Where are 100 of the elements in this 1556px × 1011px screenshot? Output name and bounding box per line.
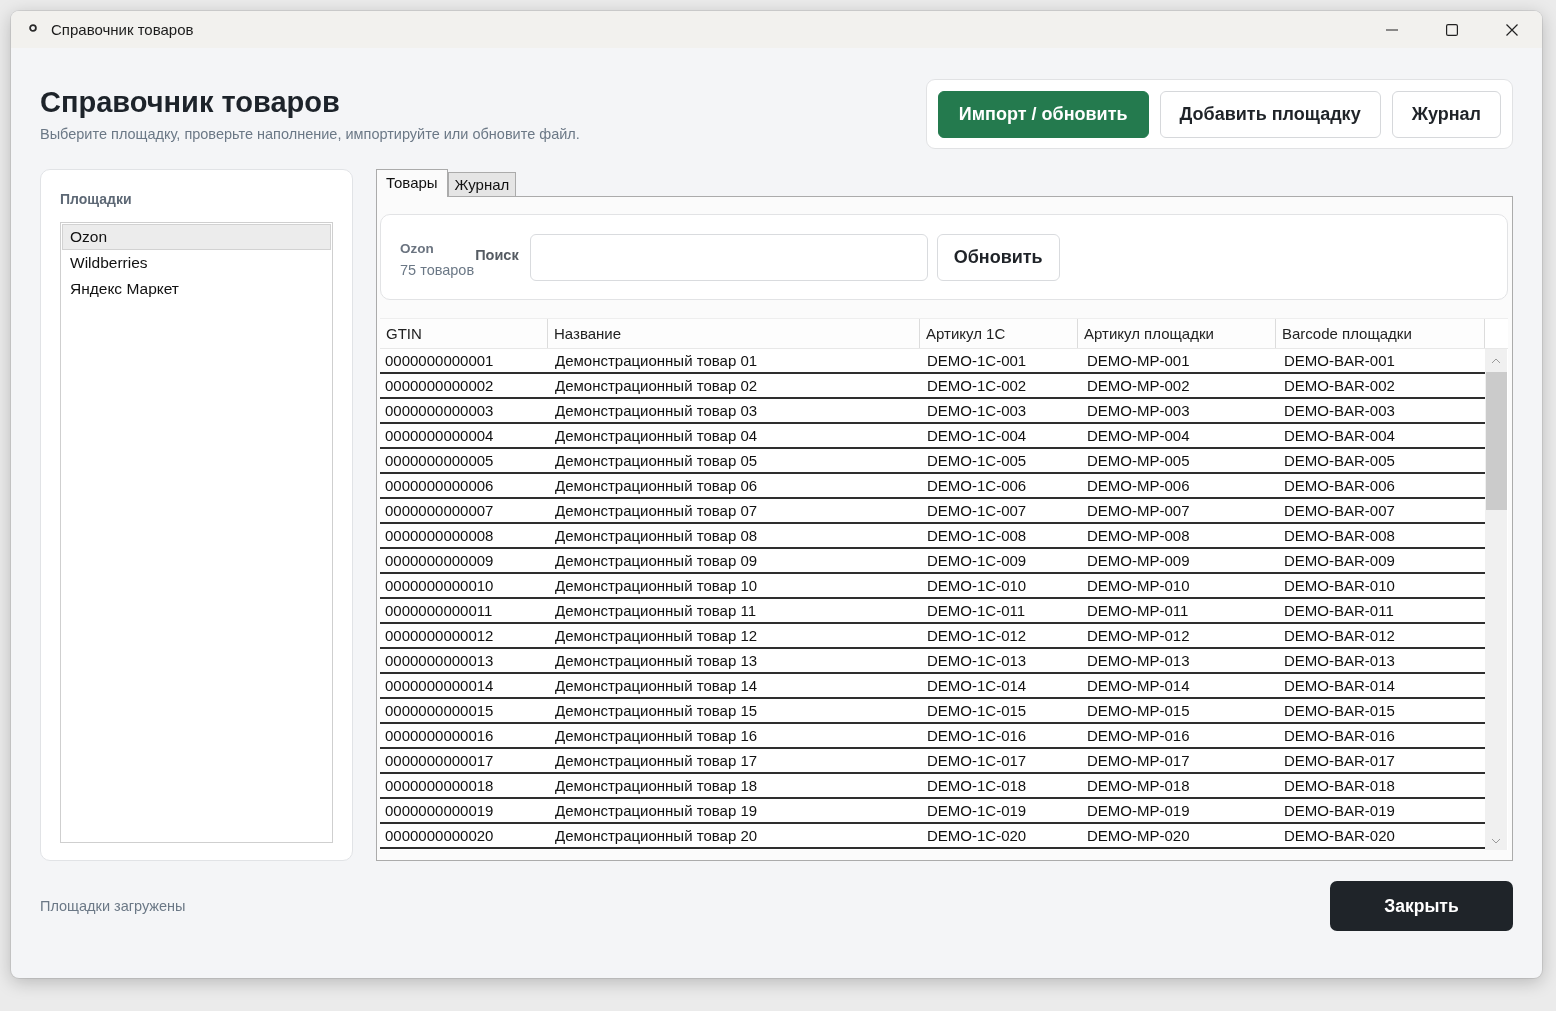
table-cell-text: Демонстрационный товар 09 — [554, 551, 759, 571]
window-title: Справочник товаров — [51, 21, 194, 38]
table-cell-text: DEMO-MP-012 — [1086, 626, 1191, 646]
table-cell-text: DEMO-MP-008 — [1086, 526, 1191, 546]
table-cell-text: Демонстрационный товар 01 — [554, 351, 759, 371]
table-cell-text: Демонстрационный товар 17 — [554, 751, 759, 771]
table-cell-text: DEMO-MP-005 — [1086, 451, 1191, 471]
marketplace-name: Ozon — [400, 240, 435, 256]
table-cell-text: DEMO-1C-004 — [926, 426, 1028, 446]
table-cell-text: DEMO-MP-019 — [1086, 801, 1191, 821]
table-cell-text: Демонстрационный товар 19 — [554, 801, 759, 821]
table-cell-text: 0000000000018 — [384, 776, 495, 796]
table-cell-text: DEMO-MP-003 — [1086, 401, 1191, 421]
table-cell-text: DEMO-1C-015 — [926, 701, 1028, 721]
toolbar-button[interactable]: Журнал — [1391, 90, 1501, 138]
table-cell-text: Демонстрационный товар 05 — [554, 451, 759, 471]
table-cell-text: DEMO-1C-002 — [926, 376, 1028, 396]
table-cell-text: DEMO-1C-016 — [926, 726, 1028, 746]
table-cell-text: DEMO-1C-018 — [926, 776, 1028, 796]
table-cell-text: DEMO-1C-009 — [926, 551, 1028, 571]
scrollbar[interactable] — [1485, 349, 1507, 850]
chevron-up-icon[interactable] — [1491, 358, 1501, 364]
import-button[interactable]: Импорт / обновить — [937, 90, 1149, 138]
close-icon — [1506, 23, 1518, 36]
list-item[interactable]: Wildberries — [62, 250, 331, 276]
refresh-button[interactable]: Обновить — [936, 233, 1060, 281]
table-cell-text: DEMO-BAR-013 — [1283, 651, 1396, 671]
table-cell-text: DEMO-MP-018 — [1086, 776, 1191, 796]
table-cell-text: Демонстрационный товар 10 — [554, 576, 759, 596]
search-field[interactable] — [529, 233, 928, 281]
table-cell-text: 0000000000015 — [384, 701, 495, 721]
table-cell-text: DEMO-1C-005 — [926, 451, 1028, 471]
table-cell-text: DEMO-BAR-012 — [1283, 626, 1396, 646]
list-item[interactable]: Яндекс Маркет — [62, 276, 331, 302]
table-cell-text: DEMO-BAR-019 — [1283, 801, 1396, 821]
chevron-down-icon[interactable] — [1491, 838, 1501, 844]
table-cell-text: 0000000000006 — [384, 476, 495, 496]
table-cell-text: DEMO-MP-004 — [1086, 426, 1191, 446]
table-cell-text: DEMO-MP-015 — [1086, 701, 1191, 721]
table-cell-text: DEMO-BAR-009 — [1283, 551, 1396, 571]
table-cell-text: 0000000000020 — [384, 826, 495, 846]
table-cell-text: Демонстрационный товар 14 — [554, 676, 759, 696]
table-cell-text: DEMO-MP-013 — [1086, 651, 1191, 671]
status-text: Площадки загружены — [40, 898, 186, 914]
table-cell-text: DEMO-BAR-010 — [1283, 576, 1396, 596]
table-cell-text: Демонстрационный товар 20 — [554, 826, 759, 846]
table-cell-text: Демонстрационный товар 18 — [554, 776, 759, 796]
tab[interactable]: Журнал — [447, 172, 517, 196]
table-cell-text: DEMO-MP-020 — [1086, 826, 1191, 846]
table-cell-text: DEMO-1C-020 — [926, 826, 1028, 846]
table-cell-text: Демонстрационный товар 13 — [554, 651, 759, 671]
table-cell-text: DEMO-BAR-017 — [1283, 751, 1396, 771]
toolbar-button[interactable]: Добавить площадку — [1159, 90, 1381, 138]
table-cell-text: 0000000000003 — [384, 401, 495, 421]
table-cell-text: DEMO-1C-010 — [926, 576, 1028, 596]
page-title: Справочник товаров — [40, 85, 341, 120]
table-cell-text: DEMO-MP-001 — [1086, 351, 1191, 371]
close-dialog-button[interactable]: Закрыть — [1330, 881, 1513, 931]
table-cell-text: DEMO-1C-012 — [926, 626, 1028, 646]
table-cell-text: 0000000000017 — [384, 751, 495, 771]
table-cell-text: 0000000000007 — [384, 501, 495, 521]
table-cell-text: Демонстрационный товар 03 — [554, 401, 759, 421]
table-cell-text: DEMO-1C-008 — [926, 526, 1028, 546]
tab[interactable]: Товары — [376, 169, 448, 197]
table-cell-text: DEMO-MP-016 — [1086, 726, 1191, 746]
search-label: Поиск — [475, 247, 519, 263]
table-cell-text: Демонстрационный товар 12 — [554, 626, 759, 646]
sidebar-title: Площадки — [60, 191, 133, 207]
scrollbar-thumb[interactable] — [1486, 372, 1507, 510]
table-cell-text: DEMO-BAR-007 — [1283, 501, 1396, 521]
table-cell-text: DEMO-1C-014 — [926, 676, 1028, 696]
table-cell-text: DEMO-1C-017 — [926, 751, 1028, 771]
table-cell-text: DEMO-1C-001 — [926, 351, 1028, 371]
table-cell-text: 0000000000012 — [384, 626, 495, 646]
table-cell-text: DEMO-MP-009 — [1086, 551, 1191, 571]
table-cell-text: Демонстрационный товар 08 — [554, 526, 759, 546]
table-cell-text: DEMO-BAR-011 — [1283, 601, 1395, 621]
table-cell-text: Демонстрационный товар 15 — [554, 701, 759, 721]
list-item[interactable]: Ozon — [62, 224, 331, 250]
item-count: 75 товаров — [400, 261, 475, 278]
table-cell-text: DEMO-MP-006 — [1086, 476, 1191, 496]
table-cell-text: DEMO-BAR-005 — [1283, 451, 1396, 471]
table-cell-text: DEMO-MP-007 — [1086, 501, 1191, 521]
table-cell-text: DEMO-1C-007 — [926, 501, 1028, 521]
table-cell-text: 0000000000005 — [384, 451, 495, 471]
table-cell-text: 0000000000014 — [384, 676, 495, 696]
table-cell-text: 0000000000001 — [384, 351, 495, 371]
table-cell-text: 0000000000011 — [384, 601, 494, 621]
table-cell-text: 0000000000016 — [384, 726, 495, 746]
table-cell-text: DEMO-BAR-018 — [1283, 776, 1396, 796]
table-cell-text: Демонстрационный товар 04 — [554, 426, 759, 446]
table-cell-text: 0000000000009 — [384, 551, 495, 571]
table-cell-text: DEMO-MP-017 — [1086, 751, 1191, 771]
table-cell-text: DEMO-MP-014 — [1086, 676, 1191, 696]
table-cell-text: DEMO-BAR-008 — [1283, 526, 1396, 546]
maximize-icon — [1446, 23, 1458, 36]
table-cell-text: DEMO-BAR-002 — [1283, 376, 1396, 396]
table-cell-text: DEMO-BAR-006 — [1283, 476, 1396, 496]
table-cell-text: DEMO-1C-006 — [926, 476, 1028, 496]
table-cell-text: DEMO-MP-011 — [1086, 601, 1190, 621]
